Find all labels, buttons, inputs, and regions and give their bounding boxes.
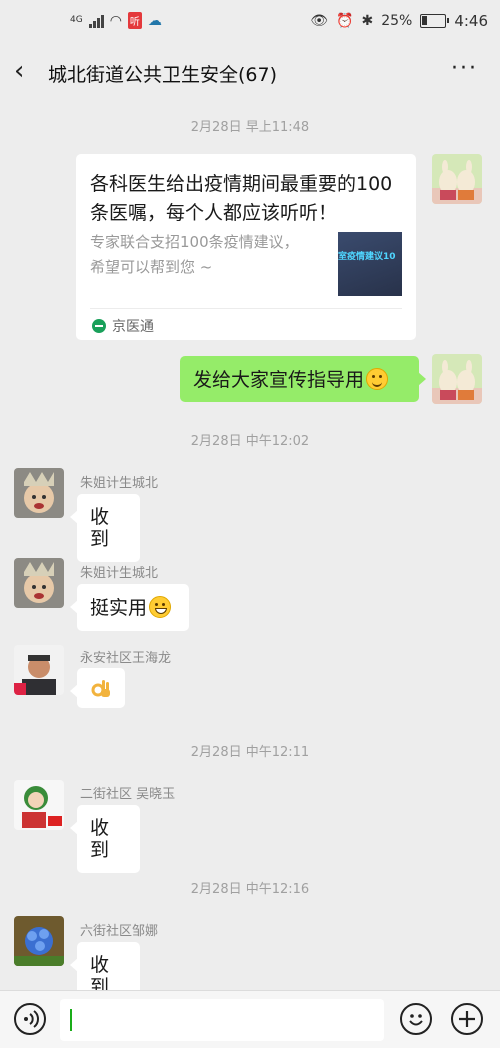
card-divider — [90, 308, 402, 309]
sender-name: 朱姐计生城北 — [80, 476, 159, 491]
ting-badge: 听 — [127, 12, 142, 29]
timestamp: 2月28日 中午12:16 — [190, 882, 310, 897]
card-thumbnail: 室疫情建议10 — [338, 232, 402, 296]
ok-hand-icon — [91, 680, 110, 697]
message-text: 收到 — [90, 506, 110, 550]
voice-wave-icon — [24, 1010, 39, 1028]
smiley-icon[interactable] — [400, 1003, 432, 1035]
sender-name: 二街社区 吴晓玉 — [80, 787, 176, 802]
timestamp: 2月28日 中午12:02 — [190, 434, 310, 449]
eye-icon: 👁 — [310, 13, 329, 29]
contact-avatar[interactable] — [14, 780, 64, 830]
timestamp: 2月28日 中午12:11 — [190, 745, 310, 760]
status-right: 👁 ⏰ ✱ 25% 4:46 — [310, 12, 488, 30]
sender-name: 永安社区王海龙 — [80, 651, 172, 666]
sender-name: 六街社区邹娜 — [80, 924, 159, 939]
wifi-icon: ◠ — [109, 12, 122, 29]
bluetooth-icon: ✱ — [361, 13, 374, 29]
link-card-message[interactable]: 各科医生给出疫情期间最重要的100条医嘱，每个人都应该听听！ 专家联合支招100… — [76, 154, 416, 340]
incoming-message[interactable]: 收到 — [70, 805, 140, 873]
signal-icon — [88, 14, 104, 28]
back-arrow-icon[interactable]: ‹ — [14, 58, 24, 84]
card-source: 京医通 — [112, 319, 154, 335]
chat-title: 城北街道公共卫生安全(67) — [48, 64, 278, 86]
message-text: 收到 — [90, 817, 110, 861]
message-text: 发给大家宣传指导用 — [193, 369, 365, 391]
contact-avatar[interactable] — [14, 468, 64, 518]
incoming-message[interactable]: 挺实用 — [70, 584, 189, 631]
message-input[interactable] — [60, 999, 384, 1041]
battery-icon — [420, 14, 450, 28]
input-bar — [0, 990, 500, 1048]
clock: 4:46 — [454, 12, 488, 30]
text-caret — [70, 1009, 72, 1031]
smiley-face-icon — [409, 1014, 423, 1026]
status-bar: 4G ◠ 听 ☁ 👁 ⏰ ✱ 25% 4:46 — [0, 0, 500, 44]
thumbnail-text: 室疫情建议10 — [338, 252, 396, 262]
self-avatar[interactable] — [432, 354, 482, 404]
source-app-icon — [92, 319, 106, 333]
network-type: 4G — [70, 15, 83, 25]
alarm-icon: ⏰ — [336, 13, 354, 29]
contact-avatar[interactable] — [14, 558, 64, 608]
smile-emoji-icon — [366, 368, 389, 390]
contact-avatar[interactable] — [14, 645, 64, 695]
timestamp: 2月28日 早上11:48 — [190, 120, 310, 135]
message-text: 挺实用 — [90, 597, 148, 619]
contact-avatar[interactable] — [14, 916, 64, 966]
grin-emoji-icon — [149, 596, 172, 618]
self-avatar[interactable] — [432, 154, 482, 204]
sender-name: 朱姐计生城北 — [80, 566, 159, 581]
cloud-icon: ☁ — [147, 12, 162, 29]
incoming-message[interactable] — [70, 668, 125, 708]
voice-icon[interactable] — [14, 1003, 46, 1035]
status-left: 4G ◠ 听 ☁ — [70, 12, 162, 29]
plus-icon[interactable] — [451, 1003, 483, 1035]
more-options-icon[interactable]: ··· — [451, 56, 478, 81]
card-title: 各科医生给出疫情期间最重要的100条医嘱，每个人都应该听听！ — [90, 173, 393, 224]
battery-percent: 25% — [381, 13, 413, 29]
incoming-message[interactable]: 收到 — [70, 494, 140, 562]
outgoing-message[interactable]: 发给大家宣传指导用 — [180, 356, 426, 402]
card-description: 专家联合支招100条疫情建议，希望可以帮到您 ~ — [90, 233, 299, 276]
plus-sign-icon — [459, 1011, 475, 1027]
chat-header: ‹ 城北街道公共卫生安全(67) ··· — [0, 44, 500, 100]
